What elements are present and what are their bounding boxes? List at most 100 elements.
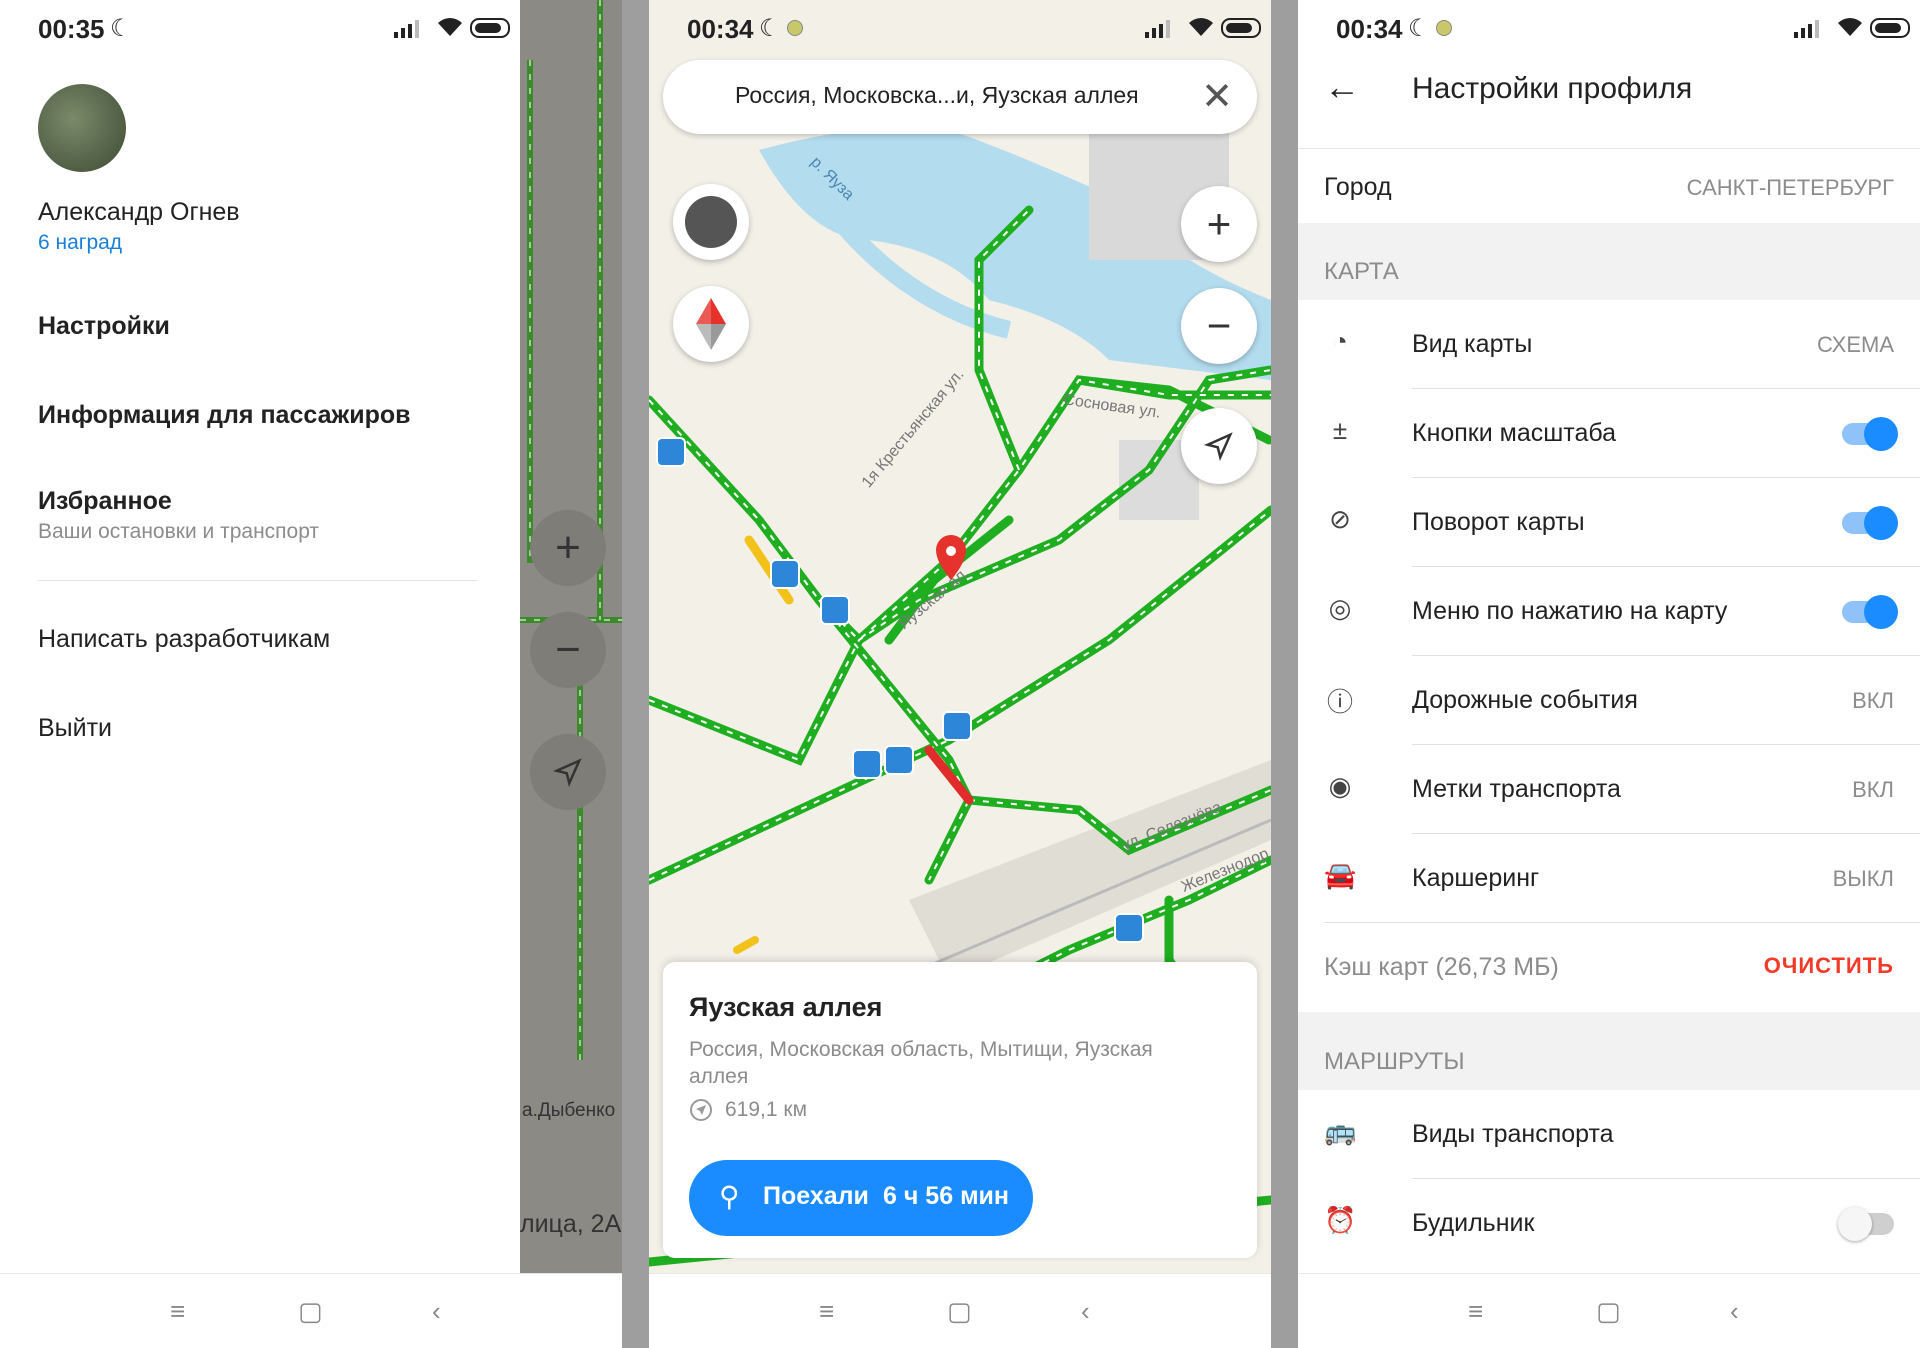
setting-value: СХЕМА	[1817, 332, 1894, 357]
setting-value: ВКЛ	[1852, 688, 1894, 713]
search-text[interactable]: Россия, Московска...и, Яузская аллея	[735, 82, 1139, 109]
menu-item-favorites-subtitle: Ваши остановки и транспорт	[38, 520, 320, 543]
drawer-screen: + − а.Дыбенко лица, 2А 00:35 ☾ Александр…	[0, 0, 622, 1348]
transport-marker-icon: ◉	[1328, 771, 1352, 801]
alarm-toggle[interactable]	[1838, 1207, 1894, 1241]
zoom-in-button[interactable]: +	[530, 510, 606, 586]
setting-label: Будильник	[1412, 1209, 1535, 1237]
battery-icon	[1870, 18, 1910, 38]
setting-carsharing[interactable]: 🚘 Каршеринг ВЫКЛ	[1298, 834, 1920, 923]
menu-item-logout[interactable]: Выйти	[38, 714, 112, 743]
compass-icon: ⊘	[1329, 504, 1351, 534]
setting-transport-markers[interactable]: ◉ Метки транспорта ВКЛ	[1298, 745, 1920, 834]
bus-icon: 🚌	[1324, 1116, 1357, 1146]
moon-icon: ☾	[110, 15, 132, 42]
city-row[interactable]: Город САНКТ-ПЕТЕРБУРГ	[1298, 148, 1920, 223]
map-rotation-toggle[interactable]	[1842, 506, 1898, 540]
tap-menu-toggle[interactable]	[1842, 595, 1898, 629]
home-icon[interactable]: ▢	[298, 1296, 323, 1327]
setting-zoom-buttons[interactable]: ± Кнопки масштаба	[1298, 389, 1920, 478]
distance-icon	[690, 1099, 712, 1121]
setting-value: ВЫКЛ	[1832, 866, 1894, 891]
zoom-out-button[interactable]: −	[530, 612, 606, 688]
navigation-drawer: 00:35 ☾ Александр Огнев 6 наград Настрой…	[0, 0, 520, 1274]
avatar[interactable]	[38, 84, 126, 172]
section-header-map: КАРТА	[1324, 258, 1399, 285]
setting-transport-types[interactable]: 🚌 Виды транспорта	[1298, 1090, 1920, 1179]
profile-settings-screen: 00:34 ☾ ← Настройки профиля Город САНКТ-…	[1298, 0, 1920, 1348]
user-name[interactable]: Александр Огнев	[38, 198, 240, 227]
status-time: 00:34	[687, 14, 754, 44]
back-arrow-icon[interactable]: ←	[1324, 66, 1360, 108]
divider	[38, 580, 478, 581]
city-label: Город	[1324, 173, 1392, 201]
go-button-label: Поехали	[763, 1182, 869, 1210]
locate-button[interactable]	[530, 734, 606, 810]
menu-item-write-developers[interactable]: Написать разработчикам	[38, 625, 330, 654]
section-header-routes: МАРШРУТЫ	[1324, 1048, 1465, 1075]
setting-label: Поворот карты	[1412, 508, 1585, 536]
alert-icon: ⓘ	[1326, 687, 1353, 717]
dimmed-map[interactable]: + −	[520, 0, 622, 1274]
setting-tap-menu[interactable]: ◎ Меню по нажатию на карту	[1298, 567, 1920, 656]
zoom-out-button[interactable]: −	[1181, 288, 1257, 364]
setting-cache: Кэш карт (26,73 МБ) ОЧИСТИТЬ	[1298, 923, 1920, 1012]
system-nav-bar: ≡ ▢ ‹	[649, 1273, 1271, 1348]
menu-icon[interactable]: ≡	[170, 1296, 185, 1327]
back-nav-icon[interactable]: ‹	[432, 1296, 441, 1327]
setting-value: ВКЛ	[1852, 777, 1894, 802]
wifi-icon	[438, 18, 462, 36]
wifi-icon	[1838, 18, 1862, 36]
app-bar: 00:34 ☾ ← Настройки профиля	[1298, 0, 1920, 148]
back-nav-icon[interactable]: ‹	[1081, 1296, 1090, 1327]
zoom-buttons-toggle[interactable]	[1842, 417, 1898, 451]
setting-label: Дорожные события	[1412, 686, 1638, 714]
navigation-arrow-icon	[552, 758, 582, 788]
battery-icon	[1221, 18, 1261, 38]
setting-alarm[interactable]: ⏰ Будильник	[1298, 1179, 1920, 1268]
go-button-time: 6 ч 56 мин	[883, 1182, 1010, 1210]
menu-icon[interactable]: ≡	[819, 1296, 834, 1327]
place-distance: 619,1 км	[725, 1098, 808, 1121]
go-button[interactable]: ⚲ Поехали 6 ч 56 мин	[689, 1160, 1033, 1236]
setting-map-rotation[interactable]: ⊘ Поворот карты	[1298, 478, 1920, 567]
map-address-fragment: лица, 2А	[520, 1210, 622, 1238]
moon-icon: ☾	[1408, 15, 1430, 42]
page-title: Настройки профиля	[1412, 72, 1693, 105]
awards-link[interactable]: 6 наград	[38, 231, 122, 255]
setting-label: Меню по нажатию на карту	[1412, 597, 1728, 625]
close-icon[interactable]: ✕	[1201, 74, 1233, 119]
zoom-in-button[interactable]: +	[1181, 186, 1257, 262]
clear-cache-button[interactable]: ОЧИСТИТЬ	[1764, 953, 1894, 979]
settings-group-map: ◔ Вид карты СХЕМА ± Кнопки масштаба ⊘ По…	[1298, 300, 1920, 1012]
home-icon[interactable]: ▢	[1596, 1296, 1621, 1327]
menu-item-favorites[interactable]: Избранное	[38, 487, 172, 516]
menu-item-passenger-info[interactable]: Информация для пассажиров	[38, 401, 410, 430]
menu-icon[interactable]: ≡	[1468, 1296, 1483, 1327]
signal-icon	[394, 20, 419, 38]
setting-label: Метки транспорта	[1412, 775, 1621, 803]
back-nav-icon[interactable]: ‹	[1730, 1296, 1739, 1327]
status-time: 00:35	[38, 14, 105, 44]
setting-map-type[interactable]: ◔ Вид карты СХЕМА	[1298, 300, 1920, 389]
system-nav-bar: ≡ ▢ ‹	[1298, 1273, 1920, 1348]
avatar	[685, 196, 737, 248]
compass-button[interactable]	[673, 286, 749, 362]
profile-button[interactable]	[673, 184, 749, 260]
zoom-buttons-icon: ±	[1332, 415, 1348, 445]
map-type-icon: ◔	[1332, 326, 1348, 356]
target-icon: ◎	[1328, 593, 1352, 623]
city-value: САНКТ-ПЕТЕРБУРГ	[1686, 175, 1894, 200]
search-bar[interactable]: Россия, Московска...и, Яузская аллея ✕	[663, 60, 1257, 134]
home-icon[interactable]: ▢	[947, 1296, 972, 1327]
notification-icon	[1436, 20, 1452, 36]
map-screen: р. Яуза 1я Крестьянская ул. Сосновая ул.…	[649, 0, 1271, 1348]
alarm-icon: ⏰	[1324, 1205, 1357, 1235]
locate-button[interactable]	[1181, 408, 1257, 484]
metro-label: а.Дыбенко	[522, 1100, 616, 1121]
status-time: 00:34	[1336, 14, 1403, 44]
menu-item-settings[interactable]: Настройки	[38, 312, 170, 341]
place-card[interactable]: Яузская аллея Россия, Московская область…	[663, 962, 1257, 1258]
setting-road-events[interactable]: ⓘ Дорожные события ВКЛ	[1298, 656, 1920, 745]
battery-icon	[470, 18, 510, 38]
